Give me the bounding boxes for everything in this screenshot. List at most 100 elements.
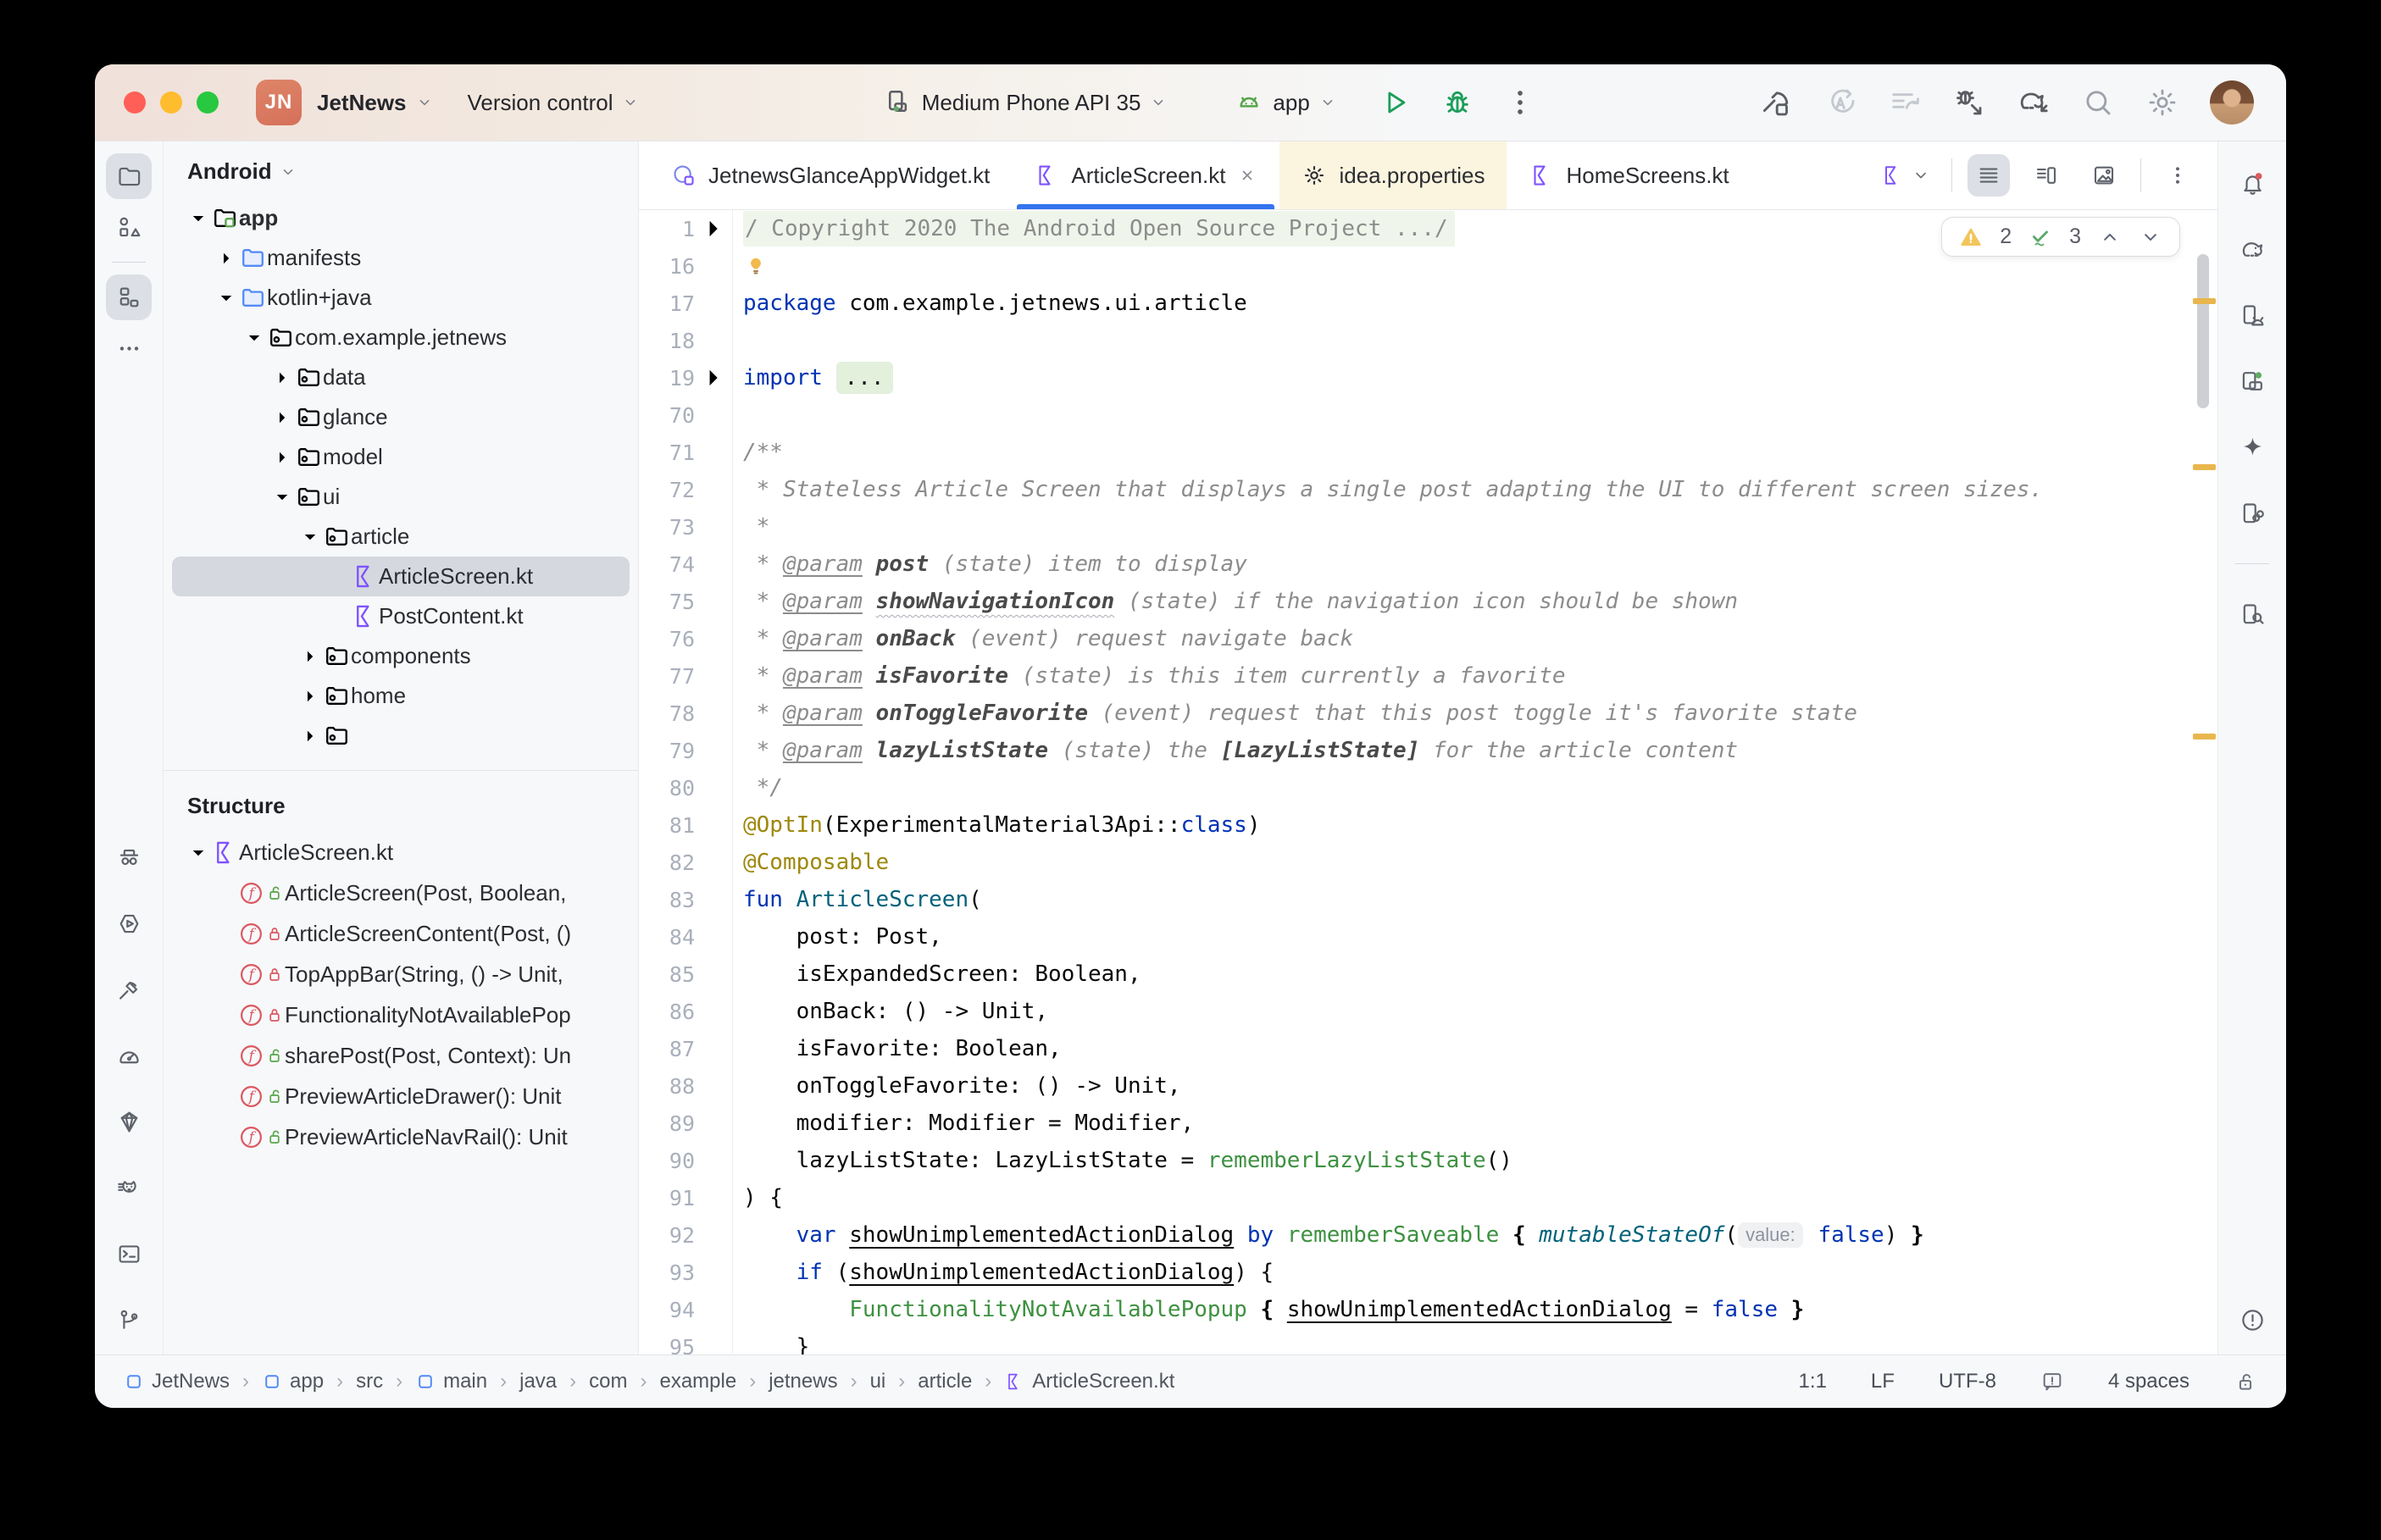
code-line[interactable]: 76 * @param onBack (event) request navig… <box>639 620 2217 657</box>
device-explorer-tool-button[interactable] <box>2229 591 2275 637</box>
tree-chevron-right-icon[interactable] <box>214 247 239 269</box>
quality-diamond-tool-button[interactable] <box>106 1099 152 1144</box>
run-config-selector[interactable]: app <box>1234 87 1336 118</box>
code-line[interactable]: 79 * @param lazyListState (state) the [L… <box>639 732 2217 769</box>
line-number[interactable]: 93 <box>639 1260 695 1285</box>
structure-item[interactable]: fsharePost(Post, Context): Un <box>164 1035 638 1076</box>
list-view-button[interactable] <box>1968 154 2010 197</box>
line-number[interactable]: 88 <box>639 1074 695 1099</box>
structure-item[interactable]: fArticleScreenContent(Post, () <box>164 913 638 954</box>
tree-item-com.example.jetnews[interactable]: com.example.jetnews <box>172 318 630 357</box>
file-encoding[interactable]: UTF-8 <box>1939 1370 1996 1393</box>
code-line[interactable]: 19import ... <box>639 359 2217 396</box>
tree-item-ArticleScreen.kt[interactable]: ArticleScreen.kt <box>172 557 630 596</box>
more-horizontal-tool-button[interactable] <box>106 325 152 371</box>
inspections-widget[interactable]: 2 3 <box>1941 217 2180 257</box>
line-number[interactable]: 77 <box>639 664 695 689</box>
debug-attach-button[interactable] <box>1952 86 1986 119</box>
zoom-window-button[interactable] <box>197 91 219 114</box>
tab-HomeScreens.kt[interactable]: HomeScreens.kt <box>1507 141 1751 209</box>
line-number[interactable]: 87 <box>639 1037 695 1061</box>
structure-item[interactable]: fArticleScreen(Post, Boolean, <box>164 872 638 913</box>
tree-item-home[interactable]: home <box>172 676 630 716</box>
line-number[interactable]: 81 <box>639 813 695 838</box>
app-inspection-tool-button[interactable] <box>106 834 152 880</box>
vcs-widget[interactable]: Version control <box>468 90 641 116</box>
line-number[interactable]: 79 <box>639 739 695 763</box>
vcs-branch-tool-button[interactable] <box>106 1297 152 1343</box>
code-line[interactable]: 70 <box>639 396 2217 434</box>
code-line[interactable]: 89 modifier: Modifier = Modifier, <box>639 1105 2217 1142</box>
device-selector[interactable]: Medium Phone API 35 <box>883 87 1168 118</box>
tree-chevron-right-icon[interactable] <box>297 685 323 707</box>
code-line[interactable]: 88 onToggleFavorite: () -> Unit, <box>639 1067 2217 1105</box>
warning-marker[interactable] <box>2193 298 2216 304</box>
close-icon[interactable] <box>1237 165 1257 186</box>
warning-marker[interactable] <box>2193 734 2216 740</box>
chevron-down-icon[interactable] <box>2139 225 2162 249</box>
project-widget[interactable]: JetNews <box>317 90 434 116</box>
search-button[interactable] <box>2081 86 2115 119</box>
line-number[interactable]: 83 <box>639 888 695 912</box>
gemini-star-tool-button[interactable] <box>2229 424 2275 470</box>
tree-item-ui[interactable]: ui <box>172 477 630 517</box>
tree-item-components[interactable]: components <box>172 636 630 676</box>
project-view-selector[interactable]: Android <box>164 141 638 198</box>
breadcrumb-item-article[interactable]: article <box>918 1370 972 1393</box>
structure-item[interactable]: fPreviewArticleNavRail(): Unit <box>164 1116 638 1157</box>
indent-setting[interactable]: 4 spaces <box>2108 1370 2190 1393</box>
profiler-gauge-tool-button[interactable] <box>106 1033 152 1078</box>
tree-chevron-right-icon[interactable] <box>269 446 295 468</box>
tree-item-app[interactable]: app <box>172 198 630 238</box>
code-line[interactable]: 83fun ArticleScreen( <box>639 881 2217 918</box>
tree-chevron-right-icon[interactable] <box>269 407 295 429</box>
line-number[interactable]: 95 <box>639 1335 695 1355</box>
caret-position[interactable]: 1:1 <box>1799 1370 1827 1393</box>
fold-chevron-icon[interactable] <box>695 210 733 247</box>
tree-item-clipped[interactable] <box>172 716 630 756</box>
device-manager-tool-button[interactable] <box>2229 292 2275 338</box>
line-number[interactable]: 19 <box>639 366 695 391</box>
breadcrumb-item-JetNews[interactable]: JetNews <box>124 1370 230 1393</box>
tab-idea.properties[interactable]: idea.properties <box>1279 141 1507 209</box>
settings-gear-button[interactable] <box>2145 86 2179 119</box>
code-line[interactable]: 18 <box>639 322 2217 359</box>
code-line[interactable]: 95 } <box>639 1328 2217 1354</box>
line-number[interactable]: 91 <box>639 1186 695 1210</box>
terminal-tool-button[interactable] <box>106 1231 152 1277</box>
code-line[interactable]: 87 isFavorite: Boolean, <box>639 1030 2217 1067</box>
line-number[interactable]: 85 <box>639 962 695 987</box>
play-button[interactable] <box>1378 86 1412 119</box>
project-folder-tool-button[interactable] <box>106 153 152 199</box>
code-line[interactable]: 17package com.example.jetnews.ui.article <box>639 285 2217 322</box>
line-number[interactable]: 75 <box>639 590 695 614</box>
tree-item-article[interactable]: article <box>172 517 630 557</box>
build-hammer-tool-button[interactable] <box>106 967 152 1012</box>
code-line[interactable]: 82@Composable <box>639 844 2217 881</box>
breadcrumb-item-main[interactable]: main <box>415 1370 487 1393</box>
gradle-elephant-tool-button[interactable] <box>2229 226 2275 272</box>
code-line[interactable]: 78 * @param onToggleFavorite (event) req… <box>639 695 2217 732</box>
code-editor[interactable]: 1/ Copyright 2020 The Android Open Sourc… <box>639 210 2217 1354</box>
tree-item-manifests[interactable]: manifests <box>172 238 630 278</box>
line-number[interactable]: 70 <box>639 403 695 428</box>
code-line[interactable]: 81@OptIn(ExperimentalMaterial3Api::class… <box>639 806 2217 844</box>
ai-sync-button[interactable] <box>1823 86 1857 119</box>
structure-item[interactable]: fFunctionalityNotAvailablePop <box>164 994 638 1035</box>
tree-chevron-down-icon[interactable] <box>214 287 239 309</box>
tab-ArticleScreen.kt[interactable]: ArticleScreen.kt <box>1012 141 1279 209</box>
line-number[interactable]: 82 <box>639 850 695 875</box>
line-number[interactable]: 1 <box>639 217 695 241</box>
code-line[interactable]: 92 var showUnimplementedActionDialog by … <box>639 1216 2217 1254</box>
tree-chevron-down-icon[interactable] <box>186 208 211 230</box>
code-line[interactable]: 71/** <box>639 434 2217 471</box>
more-vertical-button[interactable] <box>1503 86 1537 119</box>
tree-item-kotlin+java[interactable]: kotlin+java <box>172 278 630 318</box>
balloon-icon[interactable] <box>2040 1370 2064 1393</box>
line-number[interactable]: 71 <box>639 440 695 465</box>
running-devices-tool-button[interactable] <box>2229 358 2275 404</box>
problems-tool-button[interactable] <box>2229 1297 2275 1343</box>
tree-chevron-right-icon[interactable] <box>297 645 323 668</box>
breadcrumb-item-ArticleScreen.kt[interactable]: ArticleScreen.kt <box>1004 1370 1174 1393</box>
line-number[interactable]: 94 <box>639 1298 695 1322</box>
